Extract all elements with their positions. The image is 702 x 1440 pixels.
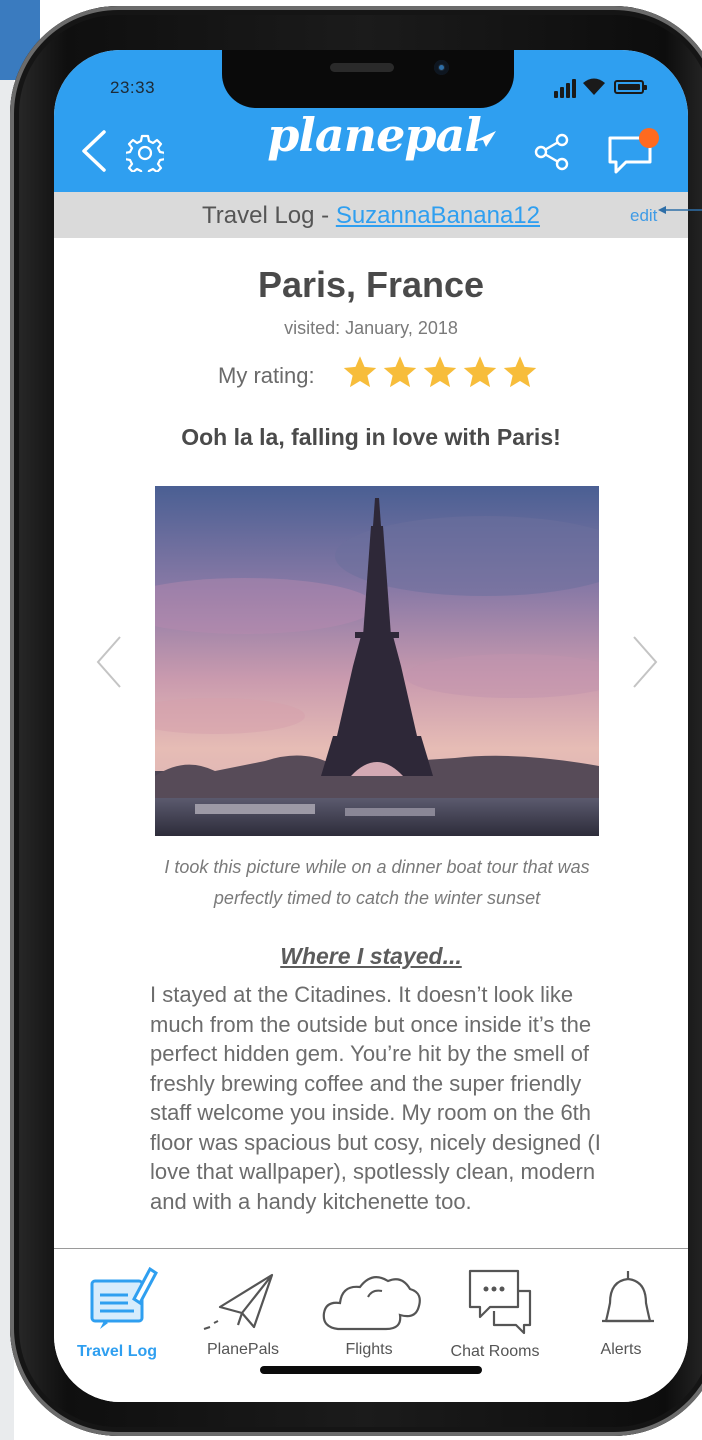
cloud-icon — [322, 1276, 421, 1331]
bottom-tab-bar: Travel Log PlanePals Flights Chat Rooms … — [54, 1248, 688, 1402]
star-icon[interactable] — [342, 354, 378, 390]
speaker-grille — [330, 63, 394, 72]
username-link[interactable]: SuzannaBanana12 — [336, 202, 540, 229]
bell-icon — [602, 1271, 654, 1323]
chevron-left-icon[interactable] — [94, 634, 124, 690]
status-icons — [554, 76, 664, 98]
rating-row: My rating: — [218, 354, 558, 396]
eiffel-tower-photo[interactable] — [155, 486, 599, 836]
tab-label-flights: Flights — [345, 1341, 393, 1358]
star-icon[interactable] — [462, 354, 498, 390]
section-title: Where I stayed... — [280, 943, 462, 969]
tab-label-alerts: Alerts — [600, 1341, 642, 1358]
tab-planepals[interactable]: PlanePals — [180, 1249, 306, 1369]
entry-headline: Ooh la la, falling in love with Paris! — [181, 424, 561, 450]
logo-plane-icon — [472, 131, 496, 147]
app-mockup: 23:33 planepal Travel Log - SuzannaBanan… — [0, 0, 702, 1440]
back-icon[interactable] — [74, 128, 114, 174]
chat-bubbles-icon — [468, 1269, 532, 1335]
tab-chat-rooms[interactable]: Chat Rooms — [432, 1249, 558, 1369]
planepal-logo: planepal — [267, 108, 482, 162]
rating-label: My rating: — [218, 363, 315, 388]
tab-flights[interactable]: Flights — [306, 1249, 432, 1369]
phone-frame: 23:33 planepal Travel Log - SuzannaBanan… — [10, 6, 702, 1436]
annotation-arrow — [658, 206, 702, 214]
star-rating[interactable] — [342, 354, 538, 394]
phone-notch — [222, 50, 514, 108]
subheader-prefix: Travel Log - — [201, 202, 336, 229]
tab-label-chat-rooms: Chat Rooms — [450, 1343, 540, 1360]
front-camera — [434, 60, 449, 75]
travel-log-subheader: Travel Log - SuzannaBanana12 — [54, 192, 688, 238]
notification-dot — [639, 128, 659, 148]
tab-label-travel-log: Travel Log — [76, 1343, 158, 1360]
edit-link[interactable]: edit — [630, 206, 657, 226]
paper-plane-icon — [203, 1273, 274, 1330]
star-icon[interactable] — [382, 354, 418, 390]
travel-log-icon — [90, 1266, 158, 1329]
chevron-right-icon[interactable] — [630, 634, 660, 690]
settings-gear-icon[interactable] — [126, 134, 164, 172]
star-icon[interactable] — [502, 354, 538, 390]
star-icon[interactable] — [422, 354, 458, 390]
share-icon[interactable] — [532, 132, 572, 172]
battery-icon — [614, 80, 647, 94]
place-title: Paris, France — [257, 264, 485, 305]
tab-label-planepals: PlanePals — [206, 1341, 280, 1358]
phone-screen: 23:33 planepal Travel Log - SuzannaBanan… — [54, 50, 688, 1402]
home-indicator — [260, 1366, 482, 1374]
entry-body: I stayed at the Citadines. It doesn’t lo… — [150, 982, 601, 1214]
photo-caption: I took this picture while on a dinner bo… — [164, 857, 590, 908]
tab-alerts[interactable]: Alerts — [558, 1249, 684, 1369]
subheader-title: Travel Log - SuzannaBanana12 — [54, 202, 688, 230]
tab-travel-log[interactable]: Travel Log — [54, 1249, 180, 1369]
wifi-icon — [583, 78, 605, 95]
status-time: 23:33 — [110, 78, 156, 97]
visited-date: visited: January, 2018 — [284, 318, 458, 338]
